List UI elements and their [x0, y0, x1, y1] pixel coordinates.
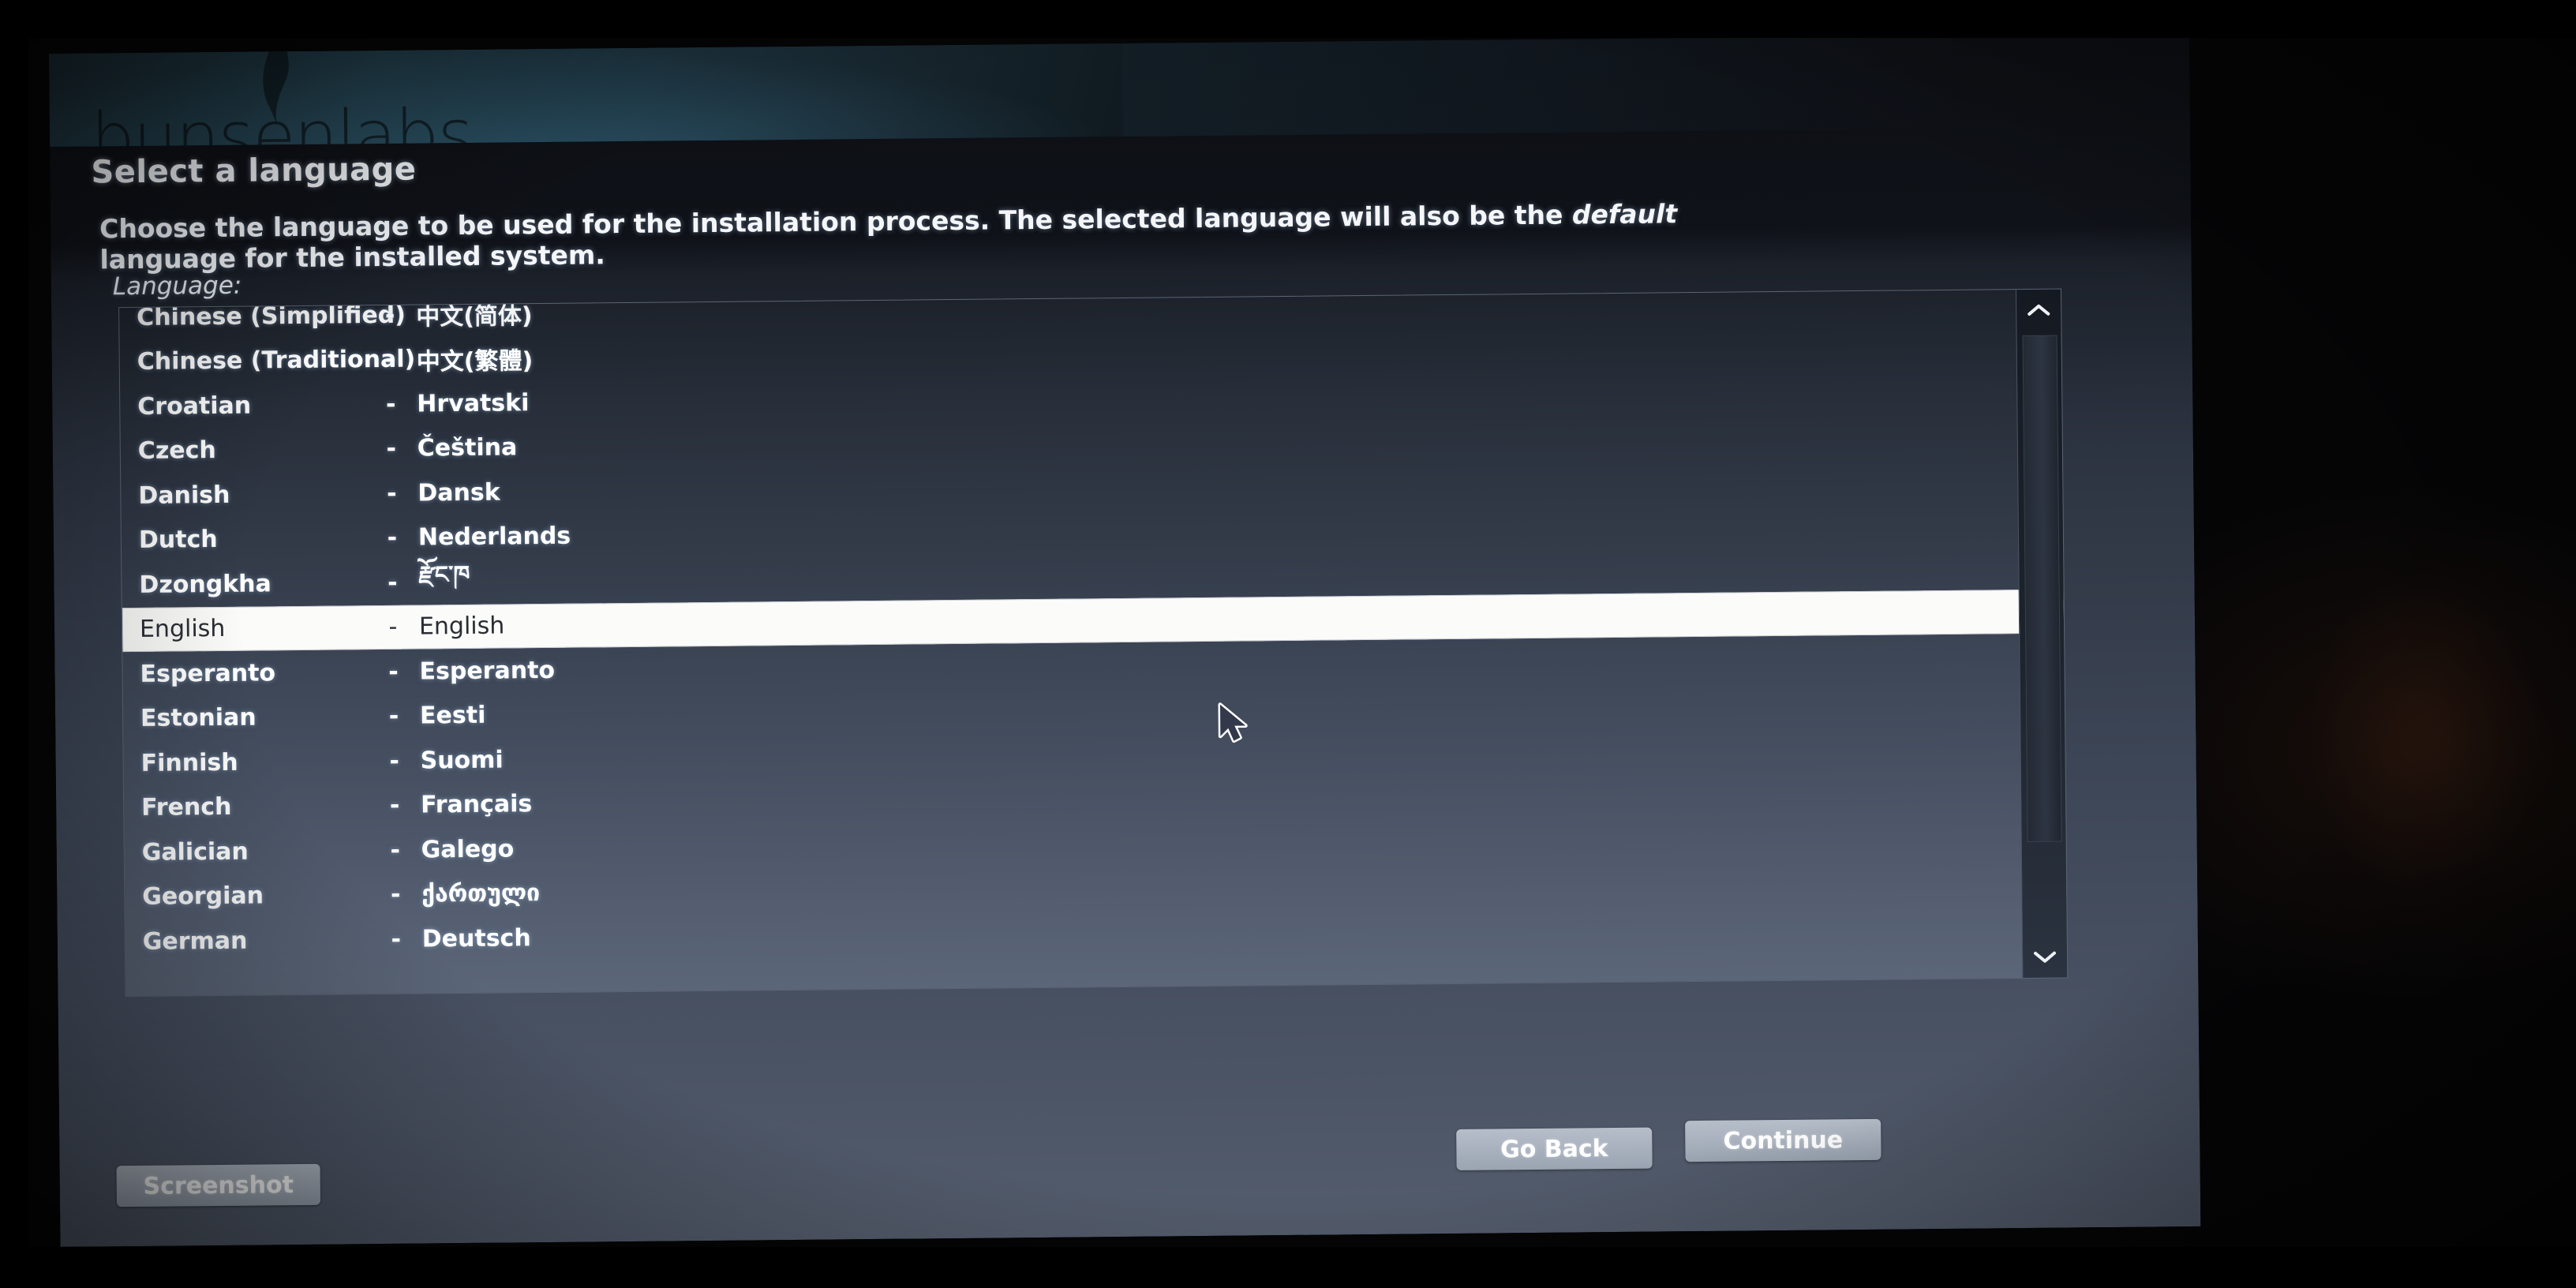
language-name-english: Danish	[138, 481, 230, 510]
language-separator: -	[384, 301, 395, 329]
screenshot-button[interactable]: Screenshot	[116, 1163, 321, 1208]
language-name-native: Dansk	[417, 478, 500, 507]
language-separator: -	[385, 390, 396, 418]
language-separator: -	[388, 613, 398, 642]
page-description: Choose the language to be used for the i…	[99, 197, 1931, 275]
scrollbar-thumb[interactable]	[2022, 335, 2062, 842]
language-name-native: རྫོང་ཁ	[418, 561, 470, 590]
ambient-glow-secondary	[2308, 568, 2544, 900]
language-name-native: 中文(繁體)	[416, 346, 534, 376]
language-name-english: Chinese (Simplified)	[137, 301, 406, 331]
language-name-english: German	[142, 927, 248, 956]
language-name-english: Estonian	[140, 703, 256, 733]
bunsenlabs-banner: bunsenlabs	[49, 43, 1124, 147]
language-name-english: Croatian	[137, 391, 252, 421]
language-name-native: Deutsch	[421, 923, 531, 953]
language-separator: -	[390, 836, 401, 864]
arrow-pointer-icon	[1218, 702, 1248, 743]
language-name-english: Galician	[141, 837, 249, 867]
language-name-native: Français	[420, 790, 533, 819]
photo-scene: bunsenlabs Select a language Choose the …	[0, 0, 2576, 1288]
language-separator: -	[386, 435, 397, 463]
go-back-button[interactable]: Go Back	[1456, 1127, 1653, 1170]
language-separator: -	[386, 479, 397, 507]
language-name-english: French	[141, 793, 232, 822]
debian-installer-window: bunsenlabs Select a language Choose the …	[49, 32, 2201, 1247]
language-name-native: ქართული	[421, 879, 541, 908]
language-name-native: Suomi	[420, 746, 504, 775]
language-name-english: Esperanto	[140, 659, 276, 688]
language-separator: -	[388, 568, 398, 597]
language-name-english: Dutch	[138, 526, 218, 555]
description-text-2: language for the installed system.	[99, 239, 606, 275]
monitor-screen: bunsenlabs Select a language Choose the …	[49, 32, 2201, 1247]
language-name-english: English	[139, 615, 226, 644]
language-name-native: Nederlands	[417, 522, 571, 552]
language-name-native: Galego	[421, 835, 515, 864]
listbox-scrollbar[interactable]	[2015, 289, 2068, 979]
language-name-english: Georgian	[142, 882, 264, 912]
language-name-native: Esperanto	[419, 656, 556, 686]
chevron-down-icon[interactable]	[2023, 938, 2067, 977]
banner-fade	[1121, 35, 1960, 137]
language-name-english: Chinese (Traditional)	[137, 345, 416, 376]
language-name-native: Eesti	[419, 701, 486, 730]
language-listbox[interactable]: Chinese (Simplified) - 中文(简体) Chinese (Trad…	[118, 288, 2069, 998]
photo-left-edge	[0, 0, 28, 1288]
language-separator: -	[388, 702, 399, 731]
language-name-native: Čeština	[417, 433, 518, 462]
bunsenlabs-wordmark: bunsenlabs	[90, 93, 473, 147]
language-rows: Chinese (Simplified) - 中文(简体) Chinese (Trad…	[119, 289, 2067, 964]
photo-top-edge	[0, 0, 2576, 38]
language-separator: -	[390, 881, 401, 909]
chevron-up-icon[interactable]	[2016, 291, 2061, 330]
language-name-native: 中文(简体)	[416, 302, 533, 331]
language-name-english: Dzongkha	[139, 570, 271, 599]
language-separator: -	[387, 524, 398, 552]
language-name-english: Finnish	[140, 748, 238, 777]
language-separator: -	[388, 657, 399, 686]
language-separator: -	[391, 925, 402, 953]
description-emphasis: default	[1571, 198, 1678, 230]
language-name-native: English	[418, 612, 505, 641]
photo-bottom-edge	[0, 1247, 2576, 1288]
language-name-english: Czech	[137, 436, 216, 466]
language-separator: -	[389, 792, 400, 820]
language-separator: -	[385, 346, 396, 374]
language-name-native: Hrvatski	[417, 388, 530, 418]
language-separator: -	[389, 747, 400, 775]
language-field-label: Language:	[112, 271, 242, 301]
page-title: Select a language	[91, 151, 417, 191]
continue-button[interactable]: Continue	[1685, 1118, 1881, 1163]
description-text-1: Choose the language to be used for the i…	[99, 199, 1573, 245]
